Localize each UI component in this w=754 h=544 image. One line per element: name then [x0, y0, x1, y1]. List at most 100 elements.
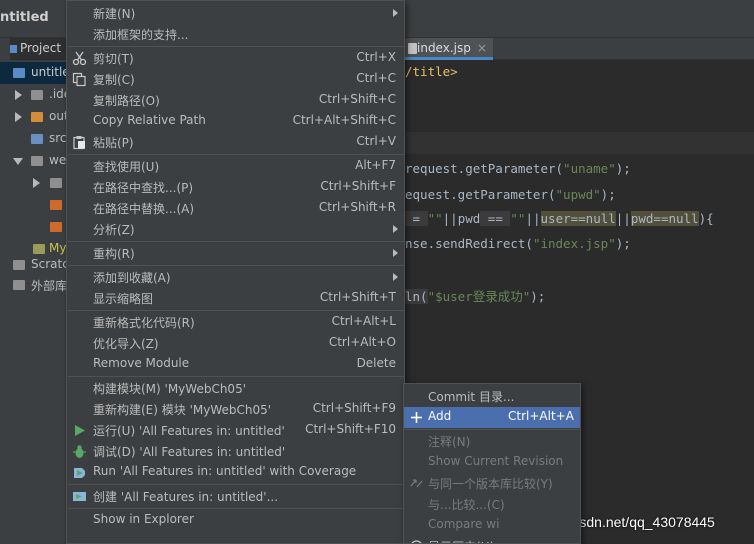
- tree-item[interactable]: web: [0, 150, 74, 172]
- submenu-arrow-icon: [393, 225, 398, 233]
- submenu-item[interactable]: Commit 目录...: [404, 386, 580, 407]
- menu-item[interactable]: 分析(Z): [67, 219, 404, 240]
- menu-item[interactable]: 优化导入(Z) Ctrl+Alt+O: [67, 333, 404, 354]
- menu-item[interactable]: 粘贴(P) Ctrl+V: [67, 132, 404, 153]
- menu-item[interactable]: 添加到收藏(A): [67, 267, 404, 288]
- jsp-file-icon: [408, 43, 417, 54]
- code-token: request.getParameter(: [405, 161, 564, 176]
- menu-item[interactable]: 重新构建(E) 模块 'MyWebCh05' Ctrl+Shift+F9: [67, 399, 404, 420]
- menu-item[interactable]: 在路径中替换...(A) Ctrl+Shift+R: [67, 198, 404, 219]
- menu-item[interactable]: 重新格式化代码(R) Ctrl+Alt+L: [67, 312, 404, 333]
- context-menu: 新建(N) 添加框架的支持... 剪切(T) Ctrl+X 复制(C) Ctrl+C 复制路…: [66, 0, 405, 544]
- menu-item-shortcut: Ctrl+Alt+L: [331, 314, 396, 328]
- tree-item[interactable]: src: [0, 128, 68, 150]
- menu-item[interactable]: 复制路径(O) Ctrl+Shift+C: [67, 90, 404, 111]
- code-token: "index.jsp": [532, 236, 616, 251]
- menu-item[interactable]: 在路径中查找...(P) Ctrl+Shift+F: [67, 177, 404, 198]
- code-token: );: [615, 161, 631, 176]
- menu-item[interactable]: Copy Relative Path Ctrl+Alt+Shift+C: [67, 111, 404, 132]
- tree-item[interactable]: [0, 194, 68, 216]
- folder-icon: [50, 222, 62, 232]
- submenu-item: Show Current Revision: [404, 452, 580, 473]
- menu-item[interactable]: Run 'All Features in: untitled' with Cov…: [67, 462, 404, 483]
- code-token: "uname": [563, 161, 616, 176]
- code-token: pwd==null: [630, 211, 699, 226]
- chevron-right-icon[interactable]: [15, 90, 22, 100]
- code-token: equest.getParameter(: [405, 187, 556, 202]
- menu-item-shortcut: Ctrl+Shift+F9: [312, 401, 396, 415]
- submenu-item-label: Show Current Revision: [428, 454, 564, 468]
- menu-item-shortcut: Ctrl+V: [356, 134, 396, 148]
- close-icon[interactable]: ×: [477, 41, 487, 55]
- submenu-item-label: Add: [428, 409, 452, 423]
- submenu-item[interactable]: Add Ctrl+Alt+A: [404, 407, 580, 428]
- folder-icon: [50, 200, 62, 210]
- menu-item[interactable]: 重构(R): [67, 243, 404, 264]
- menu-item-label: 查找使用(U): [93, 160, 160, 174]
- tab-index-jsp[interactable]: index.jsp ×: [405, 38, 493, 60]
- code-token: );: [530, 289, 546, 304]
- code-token: ||: [615, 211, 631, 226]
- code-line-1: /title>: [405, 64, 458, 79]
- menu-item-label: 复制路径(O): [93, 94, 160, 108]
- folder-icon: [31, 156, 43, 166]
- menu-item[interactable]: 新建(N): [67, 3, 404, 24]
- menu-item[interactable]: 显示缩略图 Ctrl+Shift+T: [67, 288, 404, 309]
- menu-item-shortcut: Delete: [356, 356, 396, 370]
- code-token: nse.sendRedirect(: [405, 236, 533, 251]
- project-panel-header[interactable]: Project: [10, 38, 68, 60]
- window-title: ntitled: [0, 10, 49, 25]
- code-line-5: nse.sendRedirect("index.jsp");: [405, 236, 631, 251]
- menu-item-label: 调试(D) 'All Features in: untitled': [93, 445, 286, 459]
- chevron-right-icon[interactable]: [15, 112, 22, 122]
- menu-item-label: 添加框架的支持...: [93, 28, 189, 42]
- submenu-item-label: 注释(N): [428, 435, 471, 449]
- menu-item-label: 优化导入(Z): [93, 337, 159, 351]
- project-panel-title: Project: [20, 41, 62, 55]
- submenu-item[interactable]: 显示历史(H): [404, 536, 580, 543]
- menu-item-label: 剪切(T): [93, 52, 134, 66]
- menu-item-label: 运行(U) 'All Features in: untitled': [93, 424, 285, 438]
- editor-highlight-strip: [405, 132, 754, 154]
- menu-item-shortcut: Ctrl+Alt+Shift+C: [292, 113, 396, 127]
- vcs-submenu: Commit 目录... Add Ctrl+Alt+A 注释(N) Show Curre…: [403, 383, 581, 544]
- tree-item[interactable]: Scratc: [0, 254, 69, 276]
- tree-item[interactable]: out: [0, 106, 69, 128]
- folder-icon: [31, 112, 43, 122]
- menu-item[interactable]: 添加框架的支持...: [67, 24, 404, 45]
- menu-item-label: 创建 'All Features in: untitled'...: [93, 490, 279, 504]
- tree-item[interactable]: [0, 172, 68, 194]
- menu-item[interactable]: Show in Explorer: [67, 510, 404, 531]
- menu-item-shortcut: Ctrl+Alt+O: [328, 335, 396, 349]
- menu-item[interactable]: 复制(C) Ctrl+C: [67, 69, 404, 90]
- menu-item[interactable]: 调试(D) 'All Features in: untitled': [67, 441, 404, 462]
- code-line-6: ln("$user登录成功");: [405, 286, 545, 305]
- tree-item[interactable]: [0, 216, 68, 238]
- submenu-item-shortcut: Ctrl+Alt+A: [508, 409, 574, 423]
- folder-icon: [31, 134, 43, 144]
- code-token: ln(: [405, 289, 428, 304]
- menu-item-label: 显示缩略图: [93, 292, 154, 306]
- tree-item[interactable]: untitle: [0, 62, 70, 84]
- submenu-item: 注释(N): [404, 431, 580, 452]
- menu-item-label: 分析(Z): [93, 223, 135, 237]
- menu-item[interactable]: 创建 'All Features in: untitled'...: [67, 486, 404, 507]
- code-token: );: [600, 187, 616, 202]
- chevron-down-icon[interactable]: [13, 158, 23, 165]
- menu-separator: [68, 508, 404, 509]
- menu-item-shortcut: Ctrl+Shift+F10: [305, 422, 396, 436]
- menu-item[interactable]: Remove Module Delete: [67, 354, 404, 375]
- submenu-item-label: 与...比较...(C): [428, 498, 505, 512]
- submenu-item-label: Compare wi: [428, 517, 500, 531]
- menu-item[interactable]: 查找使用(U) Alt+F7: [67, 156, 404, 177]
- menu-item[interactable]: 剪切(T) Ctrl+X: [67, 48, 404, 69]
- menu-item-label: 新建(N): [93, 7, 136, 21]
- code-token: "$user登录成功": [427, 289, 531, 304]
- menu-item-label: 在路径中替换...(A): [93, 202, 195, 216]
- menu-item[interactable]: 运行(U) 'All Features in: untitled' Ctrl+Sh…: [67, 420, 404, 441]
- menu-item-shortcut: Ctrl+Shift+C: [318, 92, 396, 106]
- tree-item[interactable]: .ide: [0, 84, 71, 106]
- menu-item[interactable]: 构建模块(M) 'MyWebCh05': [67, 378, 404, 399]
- tree-item[interactable]: 外部库: [0, 274, 68, 296]
- chevron-right-icon[interactable]: [33, 178, 40, 188]
